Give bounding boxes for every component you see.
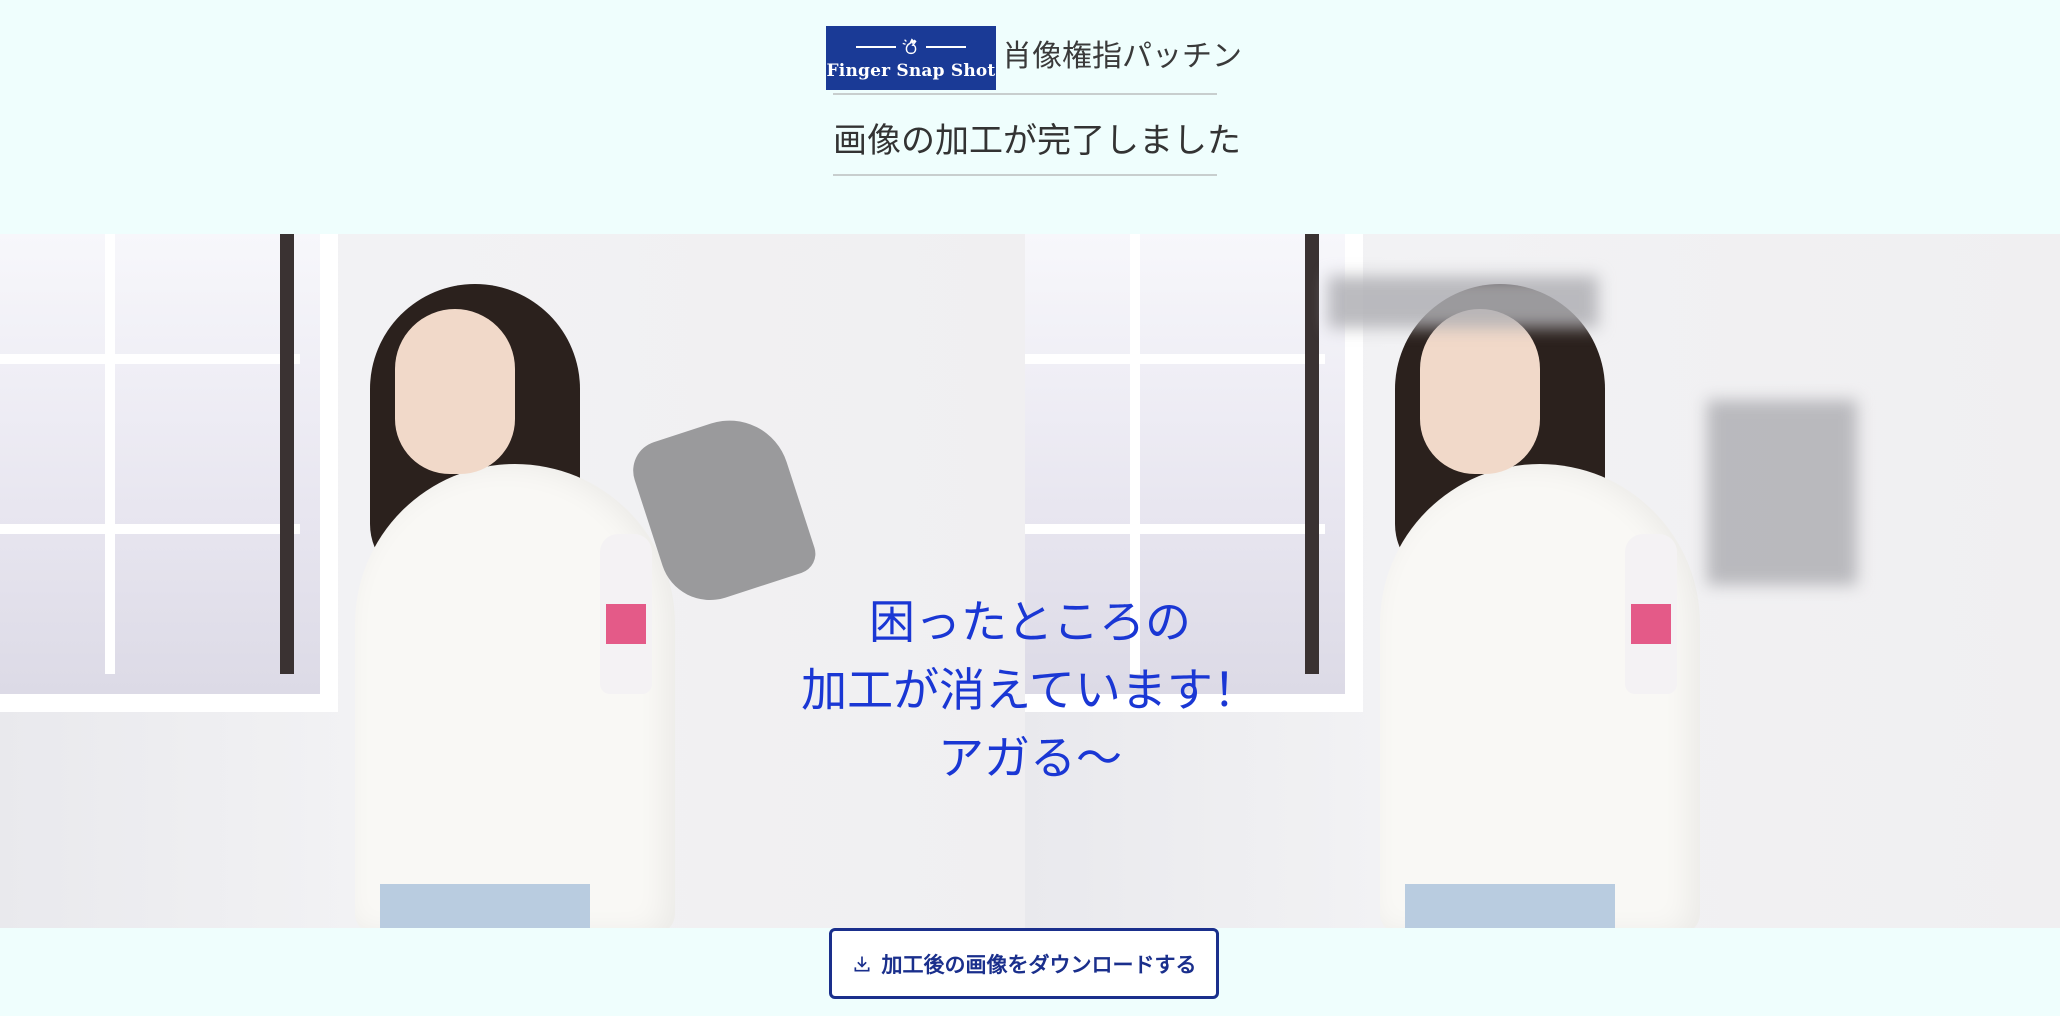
result-message: 困ったところの 加工が消えています！ アガる〜 xyxy=(0,588,2060,792)
blurred-area-cloth xyxy=(1707,400,1857,585)
site-header: Finger Snap Shot 肖像権指パッチン xyxy=(826,26,1242,90)
processed-image xyxy=(1025,234,2060,928)
app-name: 肖像権指パッチン xyxy=(1002,39,1242,74)
download-icon xyxy=(854,956,869,971)
logo-mark xyxy=(856,36,966,58)
snap-hand-icon xyxy=(902,37,917,54)
result-message-line-3: アガる〜 xyxy=(938,731,1122,785)
result-message-line-2: 加工が消えています！ xyxy=(801,663,1259,717)
page-title: 画像の加工が完了しました xyxy=(833,121,1241,161)
download-processed-image-button[interactable]: 加工後の画像をダウンロードする xyxy=(829,928,1219,999)
logo-text: Finger Snap Shot xyxy=(826,60,996,81)
title-divider-top xyxy=(833,93,1217,95)
download-button-label: 加工後の画像をダウンロードする xyxy=(881,952,1197,977)
title-divider-bottom xyxy=(833,174,1217,176)
result-message-line-1: 困ったところの xyxy=(869,595,1191,649)
original-image xyxy=(0,234,1025,928)
before-after-comparison xyxy=(0,234,2060,928)
finger-snap-shot-logo[interactable]: Finger Snap Shot xyxy=(826,26,996,90)
blurred-area-top xyxy=(1328,276,1598,328)
